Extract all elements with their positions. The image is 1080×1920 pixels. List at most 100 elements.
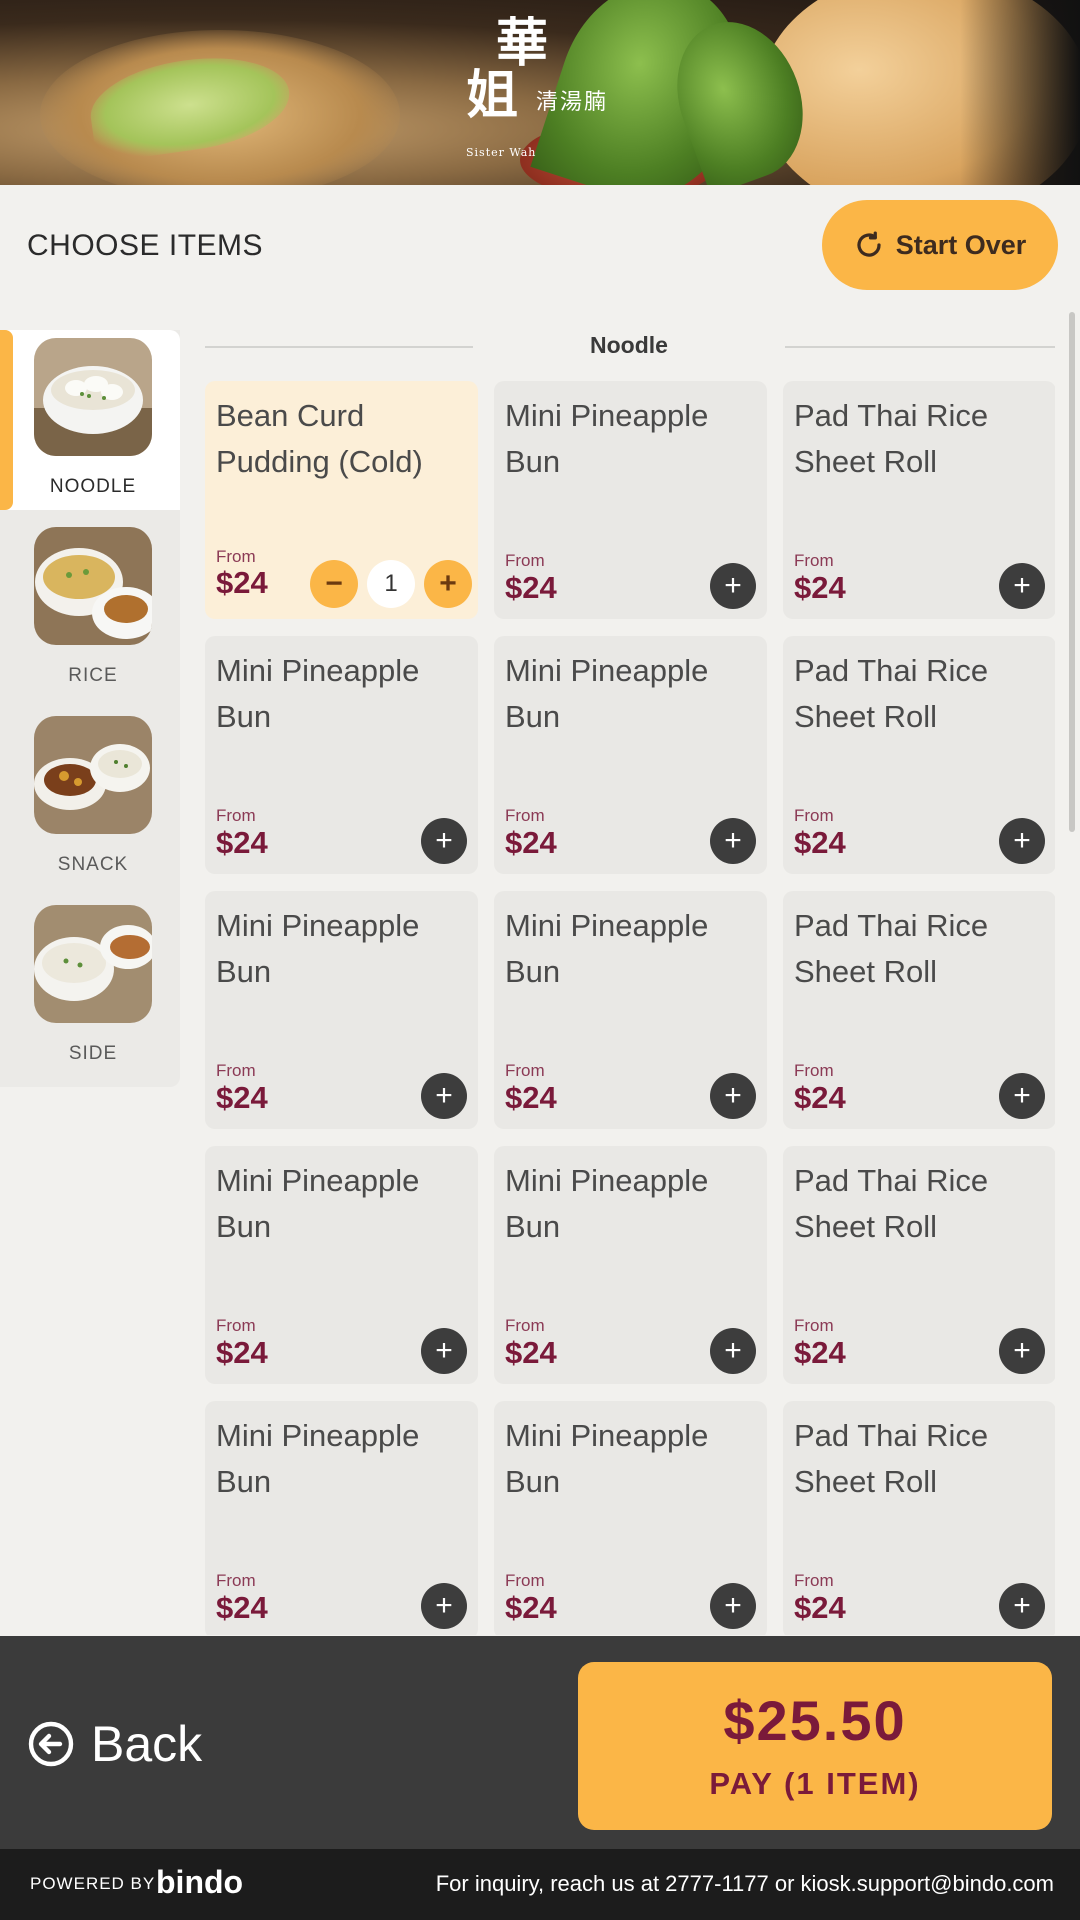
menu-item-price: $24 xyxy=(794,1590,846,1625)
menu-item-card[interactable]: Mini Pineapple Bun From $24 + xyxy=(205,636,478,874)
menu-item-price: $24 xyxy=(794,570,846,605)
menu-item-name: Mini Pineapple Bun xyxy=(216,908,420,989)
back-label: Back xyxy=(91,1716,203,1772)
category-snack[interactable]: SNACK xyxy=(0,708,180,897)
section-title: Noodle xyxy=(590,332,668,358)
menu-item-name: Pad Thai Rice Sheet Roll xyxy=(794,1418,989,1499)
divider xyxy=(785,346,1055,348)
page-title: CHOOSE ITEMS xyxy=(27,229,264,262)
add-item-button[interactable]: + xyxy=(999,1073,1045,1119)
category-label: NOODLE xyxy=(49,476,137,497)
menu-item-price: $24 xyxy=(216,565,268,600)
hero-banner: 華 姐 清湯腩 Sister Wah xyxy=(0,0,1080,185)
menu-item-price: $24 xyxy=(216,825,268,860)
menu-item-price: $24 xyxy=(794,1080,846,1115)
brand-logo: 華 姐 清湯腩 Sister Wah xyxy=(466,13,609,160)
menu-item-card[interactable]: Mini Pineapple Bun From $24 + xyxy=(205,1401,478,1635)
add-item-button[interactable]: + xyxy=(710,818,756,864)
menu-item-card[interactable]: Pad Thai Rice Sheet Roll From $24 + xyxy=(783,1146,1055,1384)
quantity-value: 1 xyxy=(367,560,415,608)
menu-item-card[interactable]: Mini Pineapple Bun From $24 + xyxy=(494,381,767,619)
price-from-label: From xyxy=(216,1316,256,1335)
add-item-button[interactable]: + xyxy=(710,1328,756,1374)
add-item-button[interactable]: + xyxy=(421,1073,467,1119)
menu-item-price: $24 xyxy=(505,1080,557,1115)
rice-thumbnail xyxy=(34,527,152,645)
menu-item-card[interactable]: Pad Thai Rice Sheet Roll From $24 + xyxy=(783,1401,1055,1635)
menu-item-card[interactable]: Mini Pineapple Bun From $24 + xyxy=(494,1401,767,1635)
menu-item-name: Mini Pineapple Bun xyxy=(216,1163,420,1244)
scrollbar[interactable] xyxy=(1069,312,1075,832)
menu-item-name: Mini Pineapple Bun xyxy=(505,398,709,479)
menu-item-price: $24 xyxy=(505,1590,557,1625)
menu-grid: Bean Curd Pudding (Cold) From $24−1 + Mini P… xyxy=(205,381,1055,1635)
add-item-button[interactable]: + xyxy=(421,1328,467,1374)
menu-item-price: $24 xyxy=(505,825,557,860)
category-noodle[interactable]: NOODLE xyxy=(0,330,180,519)
start-over-label: Start Over xyxy=(895,229,1027,260)
add-item-button[interactable]: + xyxy=(999,818,1045,864)
powered-by-label: POWERED BY xyxy=(30,1874,156,1893)
add-item-button[interactable]: + xyxy=(710,563,756,609)
price-from-label: From xyxy=(794,551,834,570)
price-from-label: From xyxy=(505,1316,545,1335)
price-from-label: From xyxy=(505,1571,545,1590)
menu-item-card[interactable]: Mini Pineapple Bun From $24 + xyxy=(205,891,478,1129)
increase-quantity-button[interactable]: + xyxy=(424,560,472,608)
price-from-label: From xyxy=(505,551,545,570)
decrease-quantity-button[interactable]: − xyxy=(310,560,358,608)
add-item-button[interactable]: + xyxy=(421,1583,467,1629)
menu-item-card[interactable]: Pad Thai Rice Sheet Roll From $24 + xyxy=(783,381,1055,619)
menu-item-price: $24 xyxy=(794,1335,846,1370)
price-from-label: From xyxy=(794,1571,834,1590)
back-button[interactable]: Back xyxy=(27,1715,202,1773)
noodle-thumbnail xyxy=(34,338,152,456)
menu-item-name: Mini Pineapple Bun xyxy=(505,1418,709,1499)
header-bar: CHOOSE ITEMS Start Over xyxy=(0,185,1080,305)
add-item-button[interactable]: + xyxy=(999,1328,1045,1374)
menu-item-card[interactable]: Mini Pineapple Bun From $24 + xyxy=(494,636,767,874)
menu-item-card[interactable]: Mini Pineapple Bun From $24 + xyxy=(494,891,767,1129)
menu-item-card[interactable]: Pad Thai Rice Sheet Roll From $24 + xyxy=(783,891,1055,1129)
snack-thumbnail xyxy=(34,716,152,834)
category-rice[interactable]: RICE xyxy=(0,519,180,708)
start-over-button[interactable]: Start Over xyxy=(822,200,1058,290)
price-from-label: From xyxy=(216,547,256,566)
menu-item-card[interactable]: Mini Pineapple Bun From $24 + xyxy=(494,1146,767,1384)
add-item-button[interactable]: + xyxy=(999,1583,1045,1629)
arrow-left-circle-icon xyxy=(28,1721,74,1767)
add-item-button[interactable]: + xyxy=(710,1073,756,1119)
add-item-button[interactable]: + xyxy=(710,1583,756,1629)
category-label: SIDE xyxy=(68,1043,118,1064)
menu-item-price: $24 xyxy=(216,1080,268,1115)
menu-item-price: $24 xyxy=(216,1590,268,1625)
menu-item-price: $24 xyxy=(216,1335,268,1370)
menu-item-card[interactable]: Bean Curd Pudding (Cold) From $24 −1 + xyxy=(205,381,478,619)
price-from-label: From xyxy=(216,1571,256,1590)
pay-label: PAY (1 ITEM) xyxy=(709,1766,921,1801)
category-label: SNACK xyxy=(57,854,129,875)
menu-item-name: Pad Thai Rice Sheet Roll xyxy=(794,653,989,734)
menu-item-price: $24 xyxy=(505,1335,557,1370)
price-from-label: From xyxy=(794,1061,834,1080)
kiosk-page: 華 姐 清湯腩 Sister Wah CHOOSE ITEMS Start Ov… xyxy=(0,0,1080,1920)
add-item-button[interactable]: + xyxy=(999,563,1045,609)
menu-item-card[interactable]: Pad Thai Rice Sheet Roll From $24 + xyxy=(783,636,1055,874)
price-from-label: From xyxy=(216,1061,256,1080)
category-sidebar: NOODLE RICE SNACK SIDE xyxy=(0,330,180,1087)
menu-item-name: Mini Pineapple Bun xyxy=(505,1163,709,1244)
menu-item-card[interactable]: Mini Pineapple Bun From $24 + xyxy=(205,1146,478,1384)
menu-item-name: Pad Thai Rice Sheet Roll xyxy=(794,1163,989,1244)
refresh-icon xyxy=(857,231,881,257)
footer: POWERED BY bindo For inquiry, reach us a… xyxy=(0,1849,1080,1920)
category-label: RICE xyxy=(68,665,118,686)
category-side[interactable]: SIDE xyxy=(0,897,180,1086)
pay-button[interactable]: $25.50 PAY (1 ITEM) xyxy=(578,1662,1052,1830)
action-bar: Back $25.50 PAY (1 ITEM) xyxy=(0,1636,1080,1849)
add-item-button[interactable]: + xyxy=(421,818,467,864)
price-from-label: From xyxy=(505,806,545,825)
menu-item-name: Mini Pineapple Bun xyxy=(505,908,709,989)
price-from-label: From xyxy=(794,1316,834,1335)
menu-item-price: $24 xyxy=(794,825,846,860)
menu-item-name: Mini Pineapple Bun xyxy=(505,653,709,734)
